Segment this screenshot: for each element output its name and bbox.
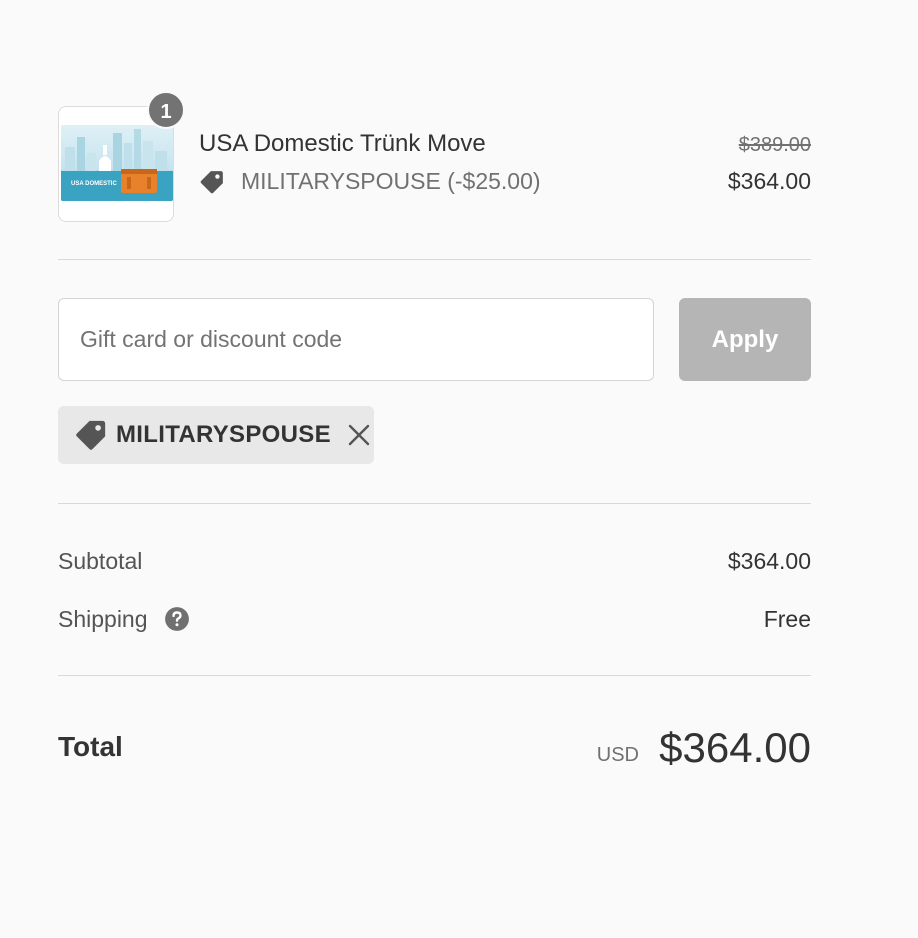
total-amount: $364.00 xyxy=(659,724,811,771)
final-price: $364.00 xyxy=(727,168,811,194)
product-thumbnail: USA DOMESTIC 1 xyxy=(58,91,185,222)
line-item-discount: MILITARYSPOUSE (-$25.00) xyxy=(199,168,541,195)
divider xyxy=(58,259,811,260)
total-label: Total xyxy=(58,731,123,762)
line-item-discount-label: MILITARYSPOUSE (-$25.00) xyxy=(241,168,541,194)
total-currency: USD xyxy=(596,744,639,766)
divider xyxy=(58,675,811,676)
applied-discount-code: MILITARYSPOUSE xyxy=(116,421,331,448)
remove-discount-button[interactable] xyxy=(345,421,373,449)
close-icon xyxy=(348,424,370,446)
shipping-value: Free xyxy=(763,606,811,632)
line-item: USA DOMESTIC 1 USA Domestic Trünk Move M… xyxy=(58,91,811,222)
divider xyxy=(58,503,811,504)
subtotal-value: $364.00 xyxy=(727,548,811,574)
apply-button[interactable]: Apply xyxy=(679,298,811,381)
subtotal-label: Subtotal xyxy=(58,548,143,574)
tag-icon xyxy=(76,420,106,450)
thumbnail-caption: USA DOMESTIC xyxy=(71,181,117,187)
discount-code-input[interactable] xyxy=(58,298,654,381)
applied-discount-tag: MILITARYSPOUSE xyxy=(58,406,374,464)
city-skyline-trunk-image: USA DOMESTIC xyxy=(61,125,173,201)
product-name: USA Domestic Trünk Move xyxy=(199,130,486,157)
shipping-label: Shipping xyxy=(58,606,148,632)
original-price: $389.00 xyxy=(738,134,811,156)
tag-icon xyxy=(200,170,223,193)
shipping-row: Shipping xyxy=(58,606,190,633)
quantity-badge: 1 xyxy=(147,91,185,129)
question-icon[interactable] xyxy=(164,606,190,632)
